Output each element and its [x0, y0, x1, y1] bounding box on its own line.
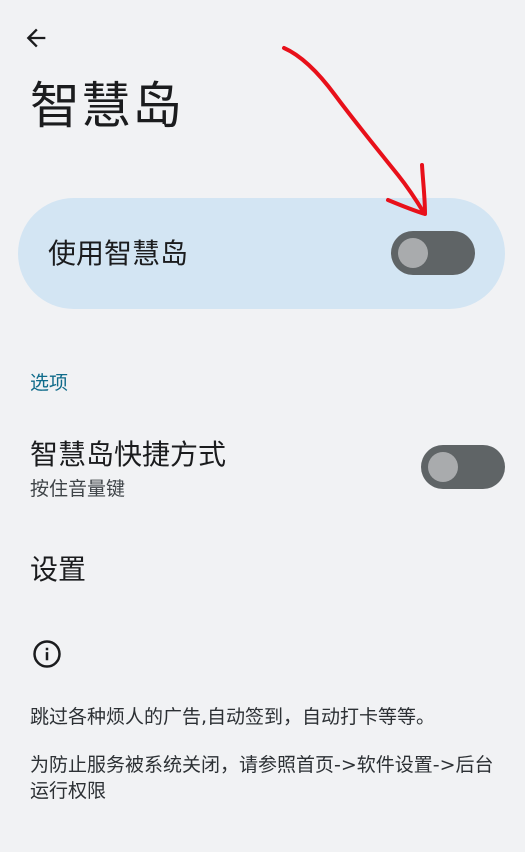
back-button[interactable]	[18, 20, 54, 56]
shortcut-summary: 按住音量键	[30, 478, 126, 500]
footer-description: 跳过各种烦人的广告,自动签到，自动打卡等等。	[30, 706, 436, 728]
switch-knob	[398, 238, 428, 268]
footer-permission-hint: 为防止服务被系统关闭，请参照首页->软件设置->后台运行权限	[30, 754, 494, 802]
page-title: 智慧岛	[30, 77, 183, 135]
settings-item[interactable]: 设置	[0, 545, 525, 595]
switch-knob	[428, 452, 458, 482]
use-smart-island-switch[interactable]	[391, 231, 475, 275]
shortcut-switch[interactable]	[421, 445, 505, 489]
arrow-left-icon	[26, 28, 46, 48]
info-icon	[33, 640, 61, 668]
settings-title: 设置	[30, 553, 87, 586]
options-section-header: 选项	[30, 372, 69, 394]
use-smart-island-label: 使用智慧岛	[48, 237, 189, 270]
use-smart-island-card[interactable]: 使用智慧岛	[18, 198, 505, 309]
shortcut-title: 智慧岛快捷方式	[30, 438, 227, 471]
